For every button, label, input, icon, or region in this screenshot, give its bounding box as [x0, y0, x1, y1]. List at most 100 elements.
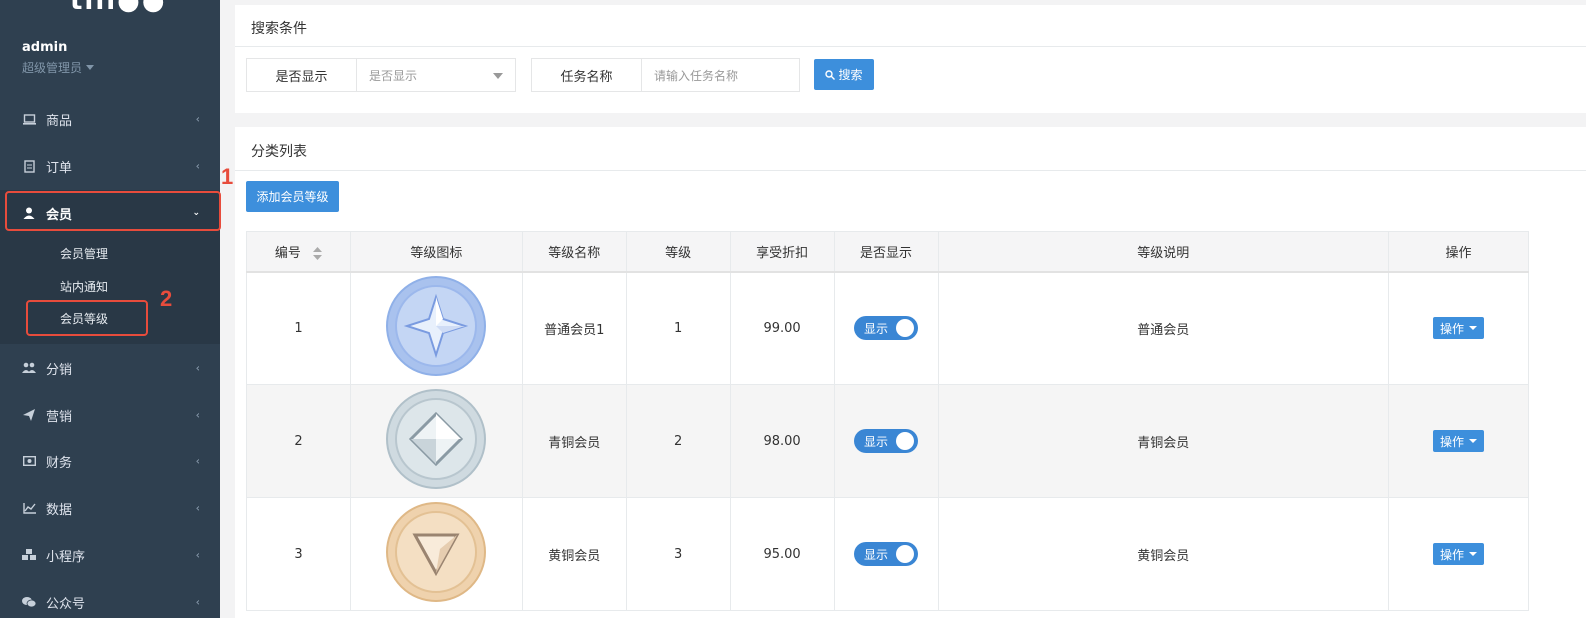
menu-item-finance[interactable]: 财务 ‹: [0, 438, 220, 484]
toggle-knob: [896, 319, 915, 338]
menu-item-orders[interactable]: 订单 ‹: [0, 143, 220, 189]
submenu-member-management[interactable]: 会员管理: [60, 245, 108, 262]
show-filter-select[interactable]: 是否显示: [357, 59, 515, 91]
chevron-left-icon: ‹: [195, 595, 200, 609]
action-label: 操作: [1440, 321, 1465, 336]
cell-id: 2: [246, 384, 351, 498]
task-name-group: 任务名称 请输入任务名称: [531, 58, 800, 92]
search-button-label: 搜索: [838, 68, 863, 82]
chevron-left-icon: ‹: [195, 454, 200, 468]
table-row: 1 普通会员1 1 99.00 显示 普通会员 操作: [246, 271, 1529, 385]
caret-down-icon: [1469, 326, 1478, 331]
column-header-label: 编号: [274, 245, 301, 261]
column-header-level: 等级: [625, 231, 731, 273]
add-member-level-button[interactable]: 添加会员等级: [246, 181, 339, 212]
caret-down-icon: [86, 65, 95, 70]
column-header-action: 操作: [1388, 231, 1529, 273]
cell-name: 普通会员1: [521, 271, 627, 385]
cell-id: 1: [246, 271, 351, 385]
sort-icon[interactable]: [313, 246, 323, 260]
menu-item-goods[interactable]: 商品 ‹: [0, 96, 220, 142]
task-name-label: 任务名称: [532, 59, 642, 91]
cell-id: 3: [246, 497, 351, 611]
task-name-input[interactable]: 请输入任务名称: [642, 59, 799, 91]
menu-label: 分销: [46, 362, 73, 378]
table-row: 2 青铜会员 2 98.00 显示 青铜会员 操作: [246, 384, 1529, 498]
cell-name: 黄铜会员: [521, 497, 627, 611]
column-header-desc: 等级说明: [937, 231, 1390, 273]
cell-action: 操作: [1388, 271, 1529, 385]
menu-item-marketing[interactable]: 营销 ‹: [0, 392, 220, 438]
annotation-number-1: 1: [221, 164, 234, 189]
toggle-knob: [896, 545, 915, 563]
menu-item-miniprogram[interactable]: 小程序 ‹: [0, 532, 220, 578]
column-header-id[interactable]: 编号: [246, 231, 351, 273]
users-icon: [22, 361, 36, 375]
wechat-icon: [22, 595, 36, 609]
show-toggle[interactable]: 显示: [854, 429, 919, 453]
show-toggle[interactable]: 显示: [854, 316, 919, 341]
column-header-discount: 享受折扣: [729, 231, 835, 273]
username: admin: [22, 40, 68, 55]
menu-label: 商品: [46, 113, 73, 129]
highlight-box-member-levels: [26, 300, 148, 336]
divider: [235, 46, 1586, 47]
menu-label: 数据: [46, 502, 73, 518]
user-role: 超级管理员: [22, 61, 83, 75]
cell-desc: 黄铜会员: [937, 497, 1390, 611]
cell-desc: 普通会员: [937, 271, 1390, 385]
toggle-label: 显示: [864, 321, 889, 336]
chevron-left-icon: ‹: [195, 501, 200, 515]
column-header-icon: 等级图标: [349, 231, 523, 273]
action-dropdown-button[interactable]: 操作: [1433, 317, 1485, 340]
menu-label: 小程序: [46, 549, 86, 565]
action-dropdown-button[interactable]: 操作: [1433, 543, 1485, 565]
clipboard-icon: [22, 159, 36, 173]
action-dropdown-button[interactable]: 操作: [1433, 430, 1485, 452]
table-row: 3 黄铜会员 3 95.00 显示 黄铜会员 操作: [246, 497, 1529, 611]
show-filter-label: 是否显示: [247, 59, 357, 91]
cell-desc: 青铜会员: [937, 384, 1390, 498]
cell-badge: [349, 384, 523, 498]
chevron-left-icon: ‹: [195, 159, 200, 173]
search-button[interactable]: 搜索: [814, 59, 874, 90]
blue-diamond-star-badge-icon: [386, 276, 487, 377]
cell-name: 青铜会员: [521, 384, 627, 498]
paper-plane-icon: [22, 408, 36, 422]
user-profile[interactable]: admin 超级管理员: [22, 40, 95, 76]
cell-discount: 98.00: [729, 384, 835, 498]
laptop-icon: [22, 112, 36, 126]
menu-label: 营销: [46, 409, 73, 425]
action-label: 操作: [1440, 434, 1465, 449]
cell-show: 显示: [833, 497, 939, 611]
menu-item-official-account[interactable]: 公众号 ‹: [0, 579, 220, 618]
cell-discount: 99.00: [729, 271, 835, 385]
member-level-table: 编号 等级图标 等级名称 等级 享受折扣 是否显示 等级说明 操作 1 普通会员…: [246, 231, 1529, 611]
column-header-show: 是否显示: [833, 231, 939, 273]
table-header-row: 编号 等级图标 等级名称 等级 享受折扣 是否显示 等级说明 操作: [246, 231, 1529, 273]
cell-level: 2: [625, 384, 731, 498]
toggle-knob: [896, 432, 915, 450]
cell-badge: [349, 271, 523, 385]
caret-down-icon: [493, 73, 503, 79]
bronze-triangle-badge-icon: [386, 502, 487, 602]
cell-discount: 95.00: [729, 497, 835, 611]
menu-item-distribution[interactable]: 分销 ‹: [0, 345, 220, 391]
cubes-icon: [22, 548, 36, 562]
money-icon: [22, 454, 36, 468]
user-role-dropdown[interactable]: 超级管理员: [22, 59, 95, 76]
line-chart-icon: [22, 501, 36, 515]
chevron-left-icon: ‹: [195, 112, 200, 126]
show-toggle[interactable]: 显示: [854, 542, 919, 566]
column-header-name: 等级名称: [521, 231, 627, 273]
cell-level: 3: [625, 497, 731, 611]
submenu-site-notice[interactable]: 站内通知: [60, 278, 108, 295]
annotation-number-2: 2: [160, 286, 173, 311]
highlight-box-members: [5, 191, 221, 231]
search-icon: [825, 69, 836, 80]
menu-label: 公众号: [46, 596, 86, 612]
toggle-label: 显示: [864, 547, 889, 562]
search-panel-title: 搜索条件: [251, 21, 307, 37]
cell-level: 1: [625, 271, 731, 385]
menu-item-data[interactable]: 数据 ‹: [0, 485, 220, 531]
